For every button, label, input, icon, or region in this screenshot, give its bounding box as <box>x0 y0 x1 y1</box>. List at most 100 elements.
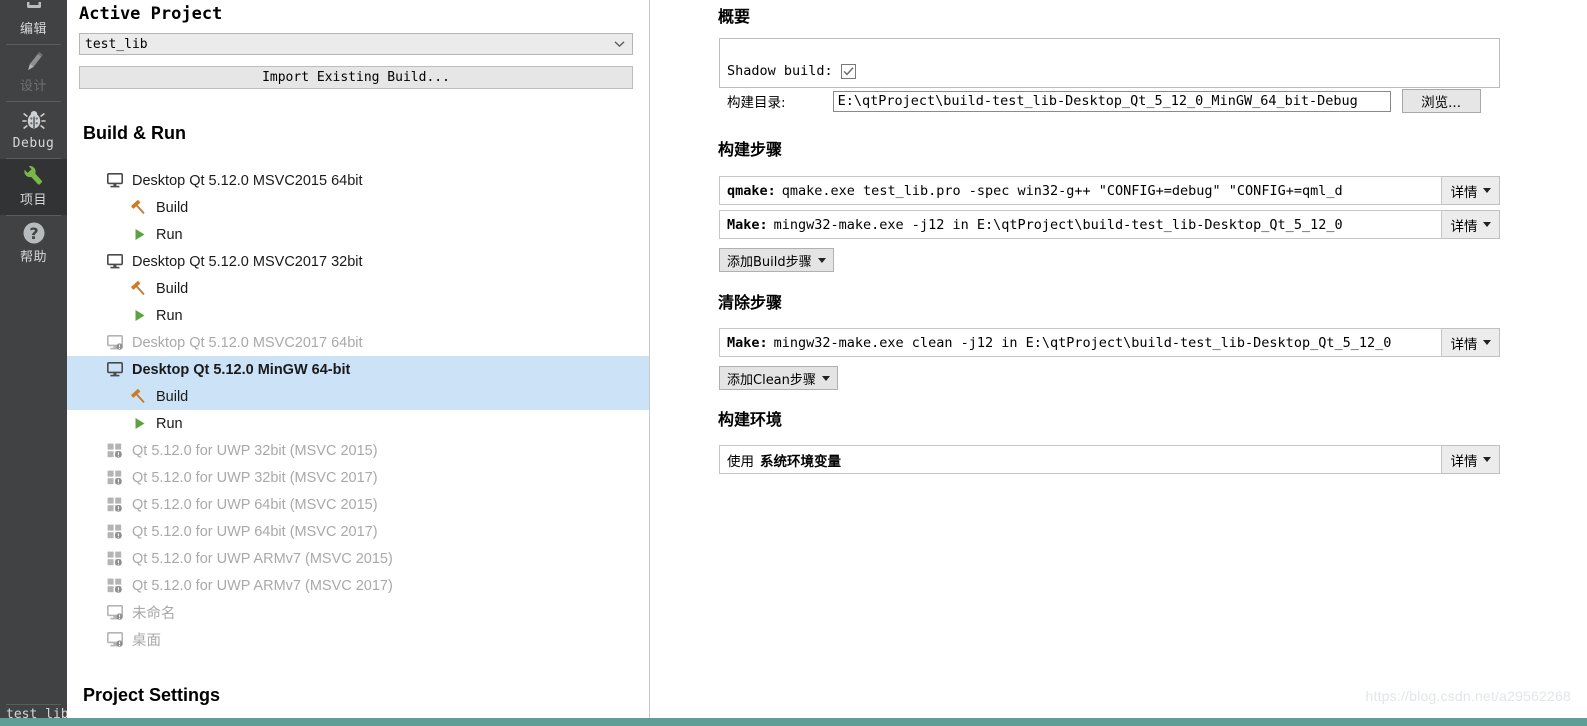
mode-item-debug[interactable]: Debug <box>0 102 67 158</box>
build-step-summary[interactable]: qmake: qmake.exe test_lib.pro -spec win32… <box>719 176 1442 205</box>
mode-item-help[interactable]: ? 帮助 <box>0 216 67 272</box>
projects-wrench-icon <box>17 161 51 191</box>
kit-tree-item: Qt 5.12.0 for UWP 64bit (MSVC 2015) <box>67 491 650 518</box>
play-triangle-icon <box>129 226 149 244</box>
mode-label-projects: 项目 <box>19 193 47 208</box>
desktop-monitor-warning-icon <box>105 604 125 622</box>
build-step-summary[interactable]: Make: mingw32-make.exe clean -j12 in E:\q… <box>719 328 1442 357</box>
desktop-monitor-icon <box>105 361 125 379</box>
browse-button[interactable]: 浏览... <box>1401 89 1481 113</box>
build-step-command: mingw32-make.exe clean -j12 in E:\qtProj… <box>773 334 1392 351</box>
build-step-command: mingw32-make.exe -j12 in E:\qtProject\bu… <box>773 216 1343 233</box>
active-project-combo[interactable]: test_lib <box>79 33 633 55</box>
add-clean-step-label: 添加Clean步骤 <box>727 372 816 388</box>
build-step-details-button[interactable]: 详情 <box>1442 176 1500 205</box>
build-directory-input[interactable]: E:\qtProject\build-test_lib-Desktop_Qt_5… <box>832 90 1391 112</box>
details-label: 详情 <box>1450 336 1478 353</box>
build-directory-label: 构建目录: <box>727 95 786 111</box>
kit-tree-item-label: Run <box>156 307 183 324</box>
summary-group-box: Shadow build: 构建目录: E:\qtProject\build-t… <box>719 38 1500 113</box>
kit-tree-item[interactable]: Run <box>67 302 650 329</box>
mode-item-edit[interactable]: 编辑 <box>0 0 67 44</box>
kit-tree-item[interactable]: Build <box>67 194 650 221</box>
kit-tree-item[interactable]: Run <box>67 221 650 248</box>
kit-tree-item-label: Qt 5.12.0 for UWP 32bit (MSVC 2015) <box>132 442 378 459</box>
mode-item-projects[interactable]: 项目 <box>0 159 67 215</box>
build-step-row: Make: mingw32-make.exe clean -j12 in E:\q… <box>719 328 1500 357</box>
chevron-down-icon <box>817 257 826 263</box>
chevron-down-icon <box>1482 188 1491 193</box>
mode-label-edit: 编辑 <box>19 22 47 37</box>
kit-tree-item-label: Build <box>156 280 189 297</box>
kit-tree-item[interactable]: Build <box>67 383 650 410</box>
build-environment-details-button[interactable]: 详情 <box>1442 445 1500 474</box>
uwp-warning-icon <box>105 469 125 487</box>
build-steps-title: 构建步骤 <box>718 140 783 159</box>
kit-tree-item-label: Run <box>156 226 183 243</box>
desktop-monitor-icon <box>105 253 125 271</box>
kit-tree-item-label: Desktop Qt 5.12.0 MSVC2017 64bit <box>132 334 363 351</box>
play-triangle-icon <box>129 307 149 325</box>
build-environment-prefix: 使用 <box>727 453 754 470</box>
mode-spacer <box>0 272 67 704</box>
watermark-text: https://blog.csdn.net/a29562268 <box>1365 688 1571 704</box>
kit-tree-item-label: Qt 5.12.0 for UWP ARMv7 (MSVC 2015) <box>132 550 393 567</box>
kit-tree-item-label: Build <box>156 388 189 405</box>
kit-tree-item-label: 桌面 <box>132 633 161 649</box>
build-and-run-title: Build & Run <box>83 123 186 143</box>
active-project-title: Active Project <box>79 4 223 24</box>
hammer-icon <box>129 388 149 406</box>
edit-icon <box>17 2 51 20</box>
kit-tree: Desktop Qt 5.12.0 MSVC2015 64bit Build Run… <box>67 167 650 653</box>
build-step-details-button[interactable]: 详情 <box>1442 210 1500 239</box>
uwp-warning-icon <box>105 496 125 514</box>
kit-tree-item[interactable]: Desktop Qt 5.12.0 MinGW 64-bit <box>67 356 650 383</box>
mode-item-design[interactable]: 设计 <box>0 45 67 101</box>
add-build-step-button[interactable]: 添加Build步骤 <box>719 248 834 272</box>
import-existing-build-button[interactable]: Import Existing Build... <box>79 66 633 89</box>
design-pencil-icon <box>17 47 51 77</box>
mode-label-design: 设计 <box>19 79 47 94</box>
build-step-prefix: Make: <box>727 216 768 233</box>
build-environment-summary[interactable]: 使用 系统环境变量 <box>719 445 1442 474</box>
chevron-down-icon <box>1482 340 1491 345</box>
kit-tree-item-label: Desktop Qt 5.12.0 MSVC2015 64bit <box>132 172 363 189</box>
desktop-monitor-warning-icon <box>105 631 125 649</box>
build-environment-value: 系统环境变量 <box>760 453 841 470</box>
kit-tree-item-label: Qt 5.12.0 for UWP 32bit (MSVC 2017) <box>132 469 378 486</box>
chevron-down-icon <box>1482 222 1491 227</box>
kit-tree-item-label: Qt 5.12.0 for UWP ARMv7 (MSVC 2017) <box>132 577 393 594</box>
mode-label-help: 帮助 <box>19 250 47 265</box>
build-settings-pane: 概要 Shadow build: 构建目录: E:\qtProject\buil… <box>650 0 1587 718</box>
mode-label-debug: Debug <box>12 136 55 151</box>
clean-steps-list: Make: mingw32-make.exe clean -j12 in E:\q… <box>719 328 1500 362</box>
kit-tree-item[interactable]: Desktop Qt 5.12.0 MSVC2015 64bit <box>67 167 650 194</box>
kit-tree-item[interactable]: Run <box>67 410 650 437</box>
build-step-row: qmake: qmake.exe test_lib.pro -spec win32… <box>719 176 1500 205</box>
kit-tree-item-label: Qt 5.12.0 for UWP 64bit (MSVC 2015) <box>132 496 378 513</box>
details-label: 详情 <box>1450 453 1478 470</box>
kit-tree-item[interactable]: Desktop Qt 5.12.0 MSVC2017 32bit <box>67 248 650 275</box>
svg-text:?: ? <box>29 224 38 243</box>
qt-creator-window: 编辑 设计 Debug 项目 ? 帮助 test_lib Active Proj… <box>0 0 1587 726</box>
kit-tree-item[interactable]: Build <box>67 275 650 302</box>
build-step-summary[interactable]: Make: mingw32-make.exe -j12 in E:\qtProje… <box>719 210 1442 239</box>
build-step-prefix: Make: <box>727 334 768 351</box>
kit-tree-item: Desktop Qt 5.12.0 MSVC2017 64bit <box>67 329 650 356</box>
kit-tree-item-label: Desktop Qt 5.12.0 MSVC2017 32bit <box>132 253 363 270</box>
chevron-down-icon <box>821 375 830 381</box>
active-project-combo-value: test_lib <box>85 36 148 52</box>
shadow-build-label: Shadow build: <box>727 63 833 79</box>
details-label: 详情 <box>1450 218 1478 235</box>
kit-tree-item-label: Qt 5.12.0 for UWP 64bit (MSVC 2017) <box>132 523 378 540</box>
add-clean-step-button[interactable]: 添加Clean步骤 <box>719 366 838 390</box>
build-step-details-button[interactable]: 详情 <box>1442 328 1500 357</box>
uwp-warning-icon <box>105 442 125 460</box>
help-question-icon: ? <box>17 218 51 248</box>
shadow-build-checkbox[interactable] <box>840 63 856 79</box>
kit-tree-item-label: 未命名 <box>132 606 176 622</box>
play-triangle-icon <box>129 415 149 433</box>
build-steps-list: qmake: qmake.exe test_lib.pro -spec win32… <box>719 176 1500 244</box>
build-environment-title: 构建环境 <box>718 410 783 429</box>
chevron-down-icon <box>614 37 625 52</box>
